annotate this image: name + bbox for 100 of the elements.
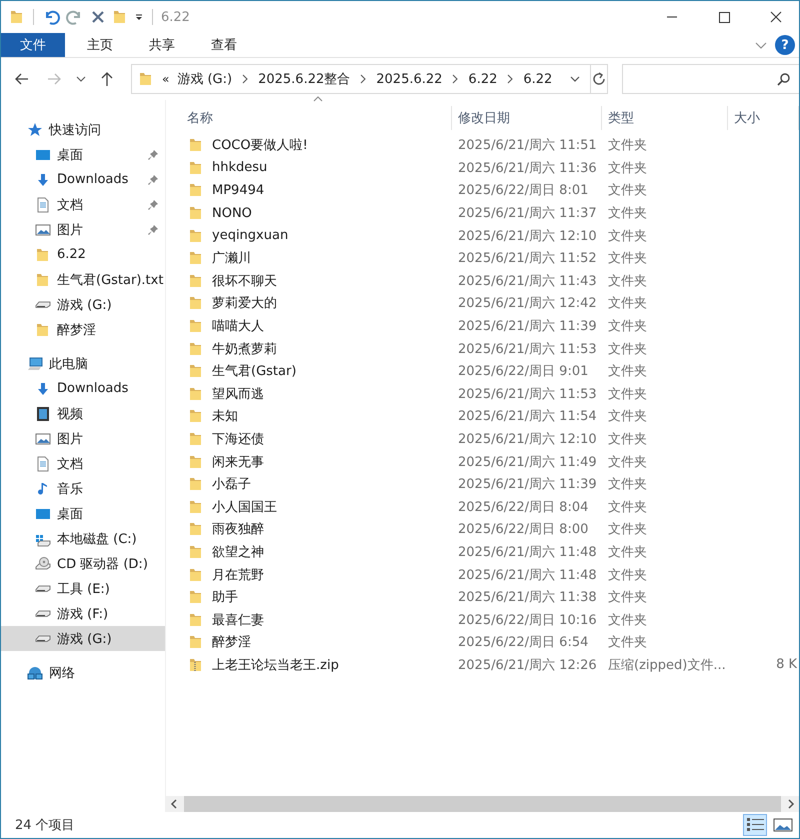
sidebar-item[interactable]: 文档 [1,451,165,476]
sidebar-item[interactable]: 工具 (E:) [1,576,165,601]
file-name[interactable]: 小人国国王 [212,498,277,516]
folder-icon [188,137,204,154]
file-name[interactable]: yeqingxuan [212,228,288,244]
file-name[interactable]: 上老王论坛当老王.zip [212,656,339,674]
document-icon [35,456,51,472]
date-cell-text: 2025/6/21/周六 11:43 [457,272,598,290]
sidebar-item[interactable]: 醉梦淫 [1,317,165,342]
file-name[interactable]: 很坏不聊天 [212,272,277,290]
sidebar-section[interactable]: 快速访问 [49,120,101,138]
file-name[interactable]: COCO要做人啦! [212,136,308,154]
refresh-icon[interactable] [591,71,608,87]
breadcrumb[interactable]: 6.22 [468,72,498,86]
ribbon-tab[interactable]: 主页 [73,33,127,57]
file-name[interactable]: 下海还债 [212,430,264,448]
sidebar-item[interactable]: 视频 [1,401,165,426]
window-title: 6.22 [161,10,190,24]
file-name[interactable]: hhkdesu [212,160,268,176]
type-cell-text: 文件夹 [607,408,648,426]
details-view-icon[interactable] [743,814,767,836]
file-name[interactable]: 最喜仁妻 [212,610,264,629]
file-name[interactable]: 牛奶煮萝莉 [212,340,277,358]
date-cell-text: 2025/6/21/周六 12:26 [457,656,598,674]
sidebar-item[interactable]: 文档 [1,192,165,217]
search-icon[interactable] [777,72,792,86]
sidebar-item[interactable]: 桌面 [1,142,165,167]
chevron-right-icon[interactable] [358,72,368,86]
date-cell-text: 2025/6/22/周日 10:16 [457,612,598,629]
file-name[interactable]: MP9494 [212,182,264,198]
folder-icon [188,408,204,424]
sidebar-item[interactable]: CD 驱动器 (D:) [1,551,165,576]
breadcrumb[interactable]: 游戏 (G:) [177,70,232,88]
overflow-chevron[interactable]: « [162,72,170,86]
star-icon [27,122,43,138]
file-name[interactable]: 望风而逃 [212,384,264,403]
ribbon-tab[interactable]: 查看 [197,33,251,57]
file-name[interactable]: 助手 [212,588,238,606]
folder-icon [35,272,51,288]
sidebar-item[interactable]: Downloads [1,376,165,401]
sidebar-item[interactable]: Downloads [1,167,165,192]
type-cell-text: 文件夹 [607,318,648,336]
file-name[interactable]: 生气君(Gstar) [212,362,296,380]
column-header[interactable]: 大小 [728,106,799,130]
folder-icon [188,228,204,244]
up-arrow-icon[interactable] [99,70,115,88]
chevron-right-icon[interactable] [450,72,460,86]
sidebar-item[interactable]: 音乐 [1,476,165,501]
file-name[interactable]: 闲来无事 [212,452,264,471]
file-name[interactable]: 未知 [212,407,238,426]
delete-icon[interactable] [90,9,106,25]
sidebar-item[interactable]: 图片 [1,426,165,451]
folder-icon [188,182,204,198]
type-cell-text: 文件夹 [607,634,648,652]
chevron-right-icon[interactable] [505,72,516,86]
chevron-right-icon[interactable] [240,72,250,86]
network-icon [27,664,43,680]
breadcrumb[interactable]: 2025.6.22 [376,72,442,86]
file-name[interactable]: 月在荒野 [212,566,264,584]
column-header[interactable]: 类型 [602,106,728,130]
ribbon-tab[interactable]: 文件 [1,33,65,57]
sidebar-item[interactable]: 游戏 (G:) [1,626,165,651]
sidebar-item[interactable]: 游戏 (F:) [1,601,165,626]
file-name[interactable]: NONO [212,206,252,221]
sidebar-section[interactable]: 此电脑 [49,354,88,372]
breadcrumb[interactable]: 2025.6.22整合 [258,70,350,88]
type-cell-text: 文件夹 [607,272,648,290]
sidebar-item[interactable]: 生气君(Gstar).txt [1,267,165,292]
folder-icon [188,205,204,222]
film-icon [35,406,51,422]
file-name[interactable]: 雨夜独醉 [212,520,264,538]
address-bar[interactable]: « 游戏 (G:) 2025.6.22整合 2025.6.22 6.22 6.22 [131,64,592,94]
ribbon-tab[interactable]: 共享 [135,33,189,57]
download-arrow-icon [35,380,51,396]
column-header[interactable]: 修改日期 [452,106,602,130]
breadcrumb[interactable]: 6.22 [523,72,552,86]
search-field[interactable] [622,64,799,94]
file-name[interactable]: 萝莉爱大的 [212,294,277,312]
file-name[interactable]: 小磊子 [212,475,251,494]
sidebar-item[interactable]: 本地磁盘 (C:) [1,526,165,551]
sidebar-item[interactable]: 图片 [1,217,165,242]
type-cell-text: 文件夹 [607,454,648,471]
file-name[interactable]: 欲望之神 [212,542,264,561]
file-name[interactable]: 喵喵大人 [212,317,264,336]
date-cell-text: 2025/6/21/周六 11:54 [457,408,598,426]
type-cell-text: 文件夹 [607,612,648,629]
file-name[interactable]: 醉梦淫 [212,633,251,652]
type-cell-text: 文件夹 [607,498,648,516]
drive-icon [35,635,51,642]
zip-folder-icon [188,656,204,673]
refresh-button[interactable] [591,64,608,94]
sidebar-item[interactable]: 桌面 [1,501,165,526]
type-cell-text: 文件夹 [607,250,648,268]
sidebar-item[interactable]: 6.22 [1,242,165,267]
sidebar-section[interactable]: 网络 [49,664,75,682]
date-cell-text: 2025/6/22/周日 8:01 [457,182,590,200]
sidebar-item[interactable]: 游戏 (G:) [1,292,165,317]
file-name[interactable]: 广濑川 [212,249,251,268]
help-button[interactable]: ? [775,35,795,55]
column-header[interactable]: 名称 [166,106,452,130]
